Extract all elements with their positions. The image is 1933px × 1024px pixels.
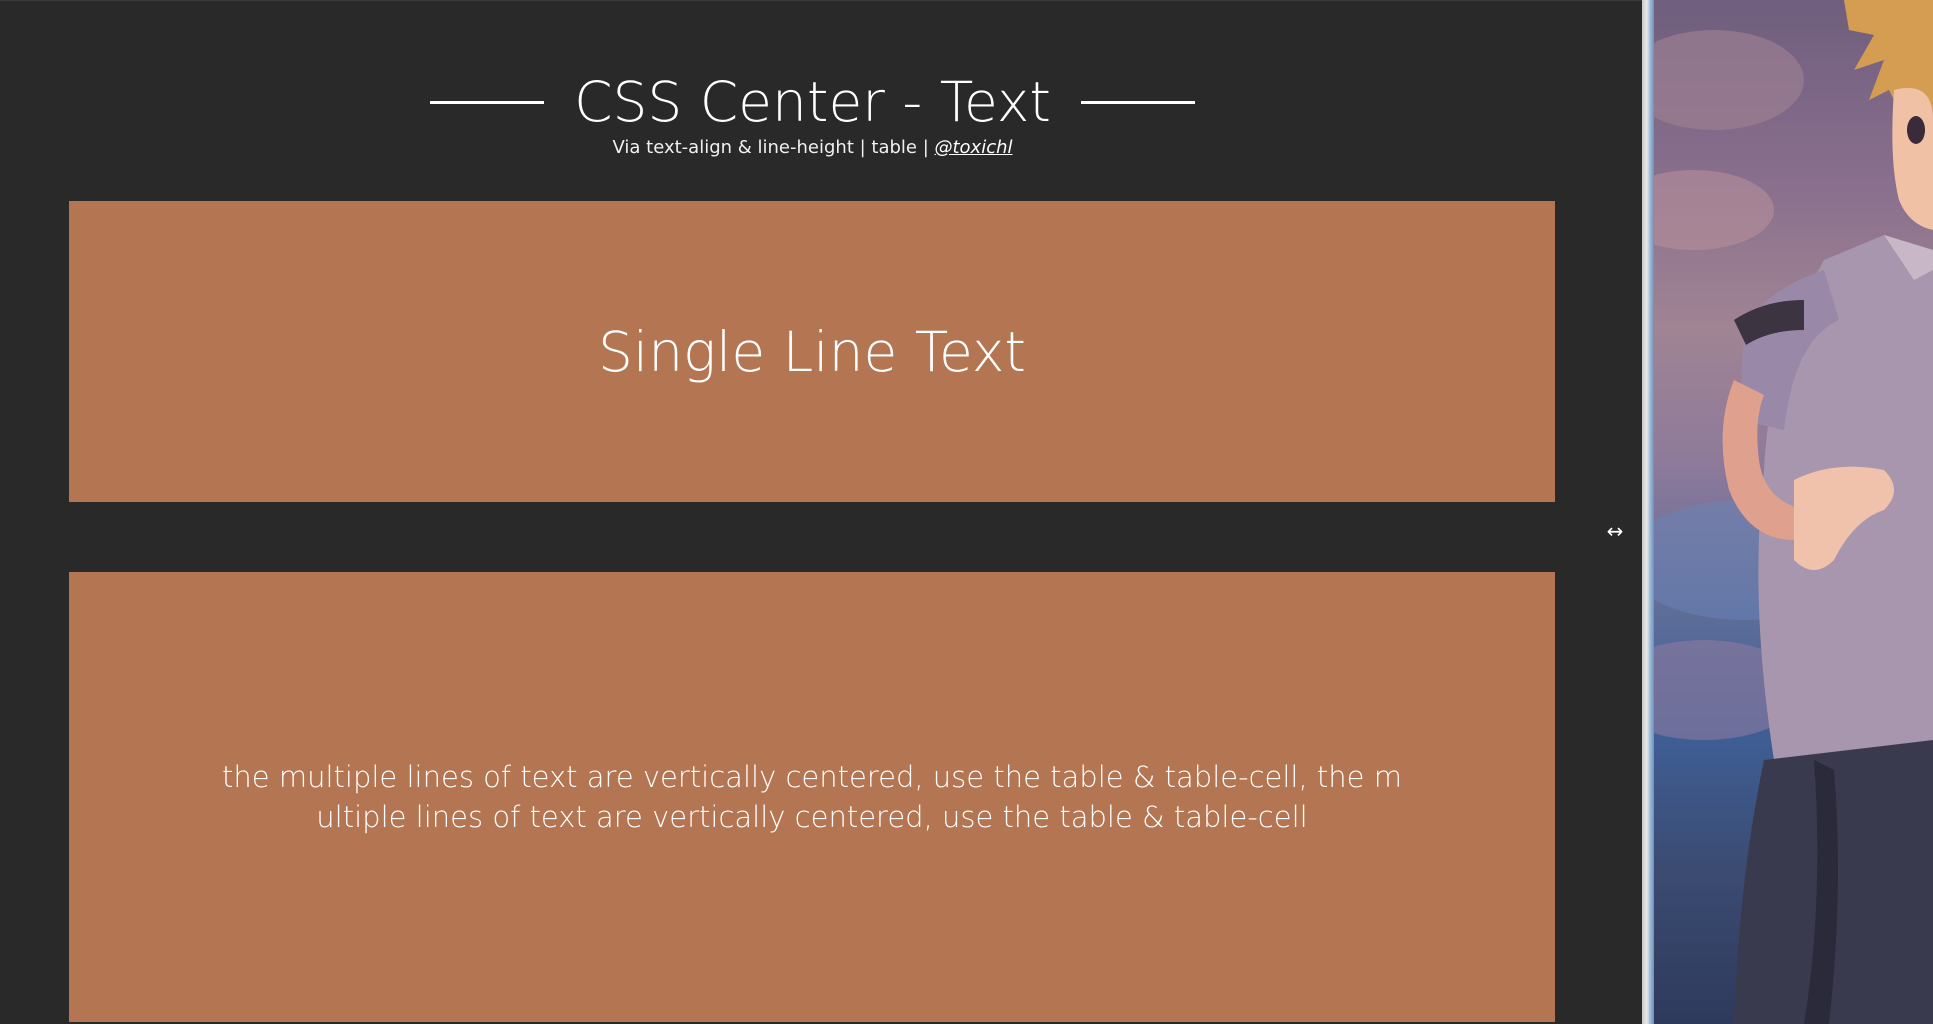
browser-page: CSS Center - Text Via text-align & line-…	[0, 0, 1933, 1024]
page-subtitle: Via text-align & line-height | table | @…	[0, 137, 1625, 159]
author-link[interactable]: @toxichl	[934, 137, 1012, 158]
title-row: CSS Center - Text	[0, 61, 1625, 143]
single-line-box: Single Line Text	[69, 201, 1555, 502]
anime-character-image	[1654, 0, 1933, 1024]
title-left-rule	[430, 100, 545, 104]
title-right-rule	[1080, 100, 1195, 104]
horizontal-resize-icon: ↔	[1606, 519, 1624, 543]
subtitle-text: Via text-align & line-height | table |	[612, 137, 935, 158]
pane-splitter[interactable]	[1642, 0, 1654, 1024]
single-line-text: Single Line Text	[598, 319, 1026, 384]
multi-line-box: the multiple lines of text are verticall…	[69, 572, 1555, 1022]
character-illustration	[1654, 0, 1933, 1024]
content-pane: CSS Center - Text Via text-align & line-…	[0, 0, 1642, 1024]
page-title: CSS Center - Text	[574, 70, 1051, 134]
page-header: CSS Center - Text Via text-align & line-…	[0, 61, 1625, 159]
multi-line-text: the multiple lines of text are verticall…	[222, 760, 1402, 834]
